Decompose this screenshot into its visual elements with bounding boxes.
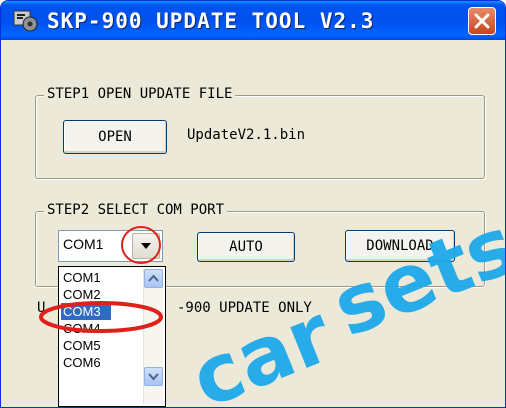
com-port-dropdown-list[interactable]: COM1 COM2 COM3 COM4 COM5 COM6 <box>58 266 166 407</box>
chevron-up-icon <box>148 274 159 282</box>
auto-button[interactable]: AUTO <box>197 232 295 262</box>
title-bar[interactable]: SKP-900 UPDATE TOOL V2.3 <box>1 1 505 40</box>
download-button[interactable]: DOWNLOAD <box>345 230 455 262</box>
note-text-right: -900 UPDATE ONLY <box>177 300 312 316</box>
com3-highlight-ellipse <box>39 301 163 333</box>
window-title: SKP-900 UPDATE TOOL V2.3 <box>47 9 375 33</box>
step1-label: STEP1 OPEN UPDATE FILE <box>44 86 236 102</box>
gear-app-icon <box>13 9 39 33</box>
scroll-down-button[interactable] <box>144 367 163 386</box>
open-button[interactable]: OPEN <box>63 120 167 154</box>
dropdown-highlight-circle <box>121 226 161 264</box>
list-item-com1[interactable]: COM1 <box>61 269 111 286</box>
file-name-text: UpdateV2.1.bin <box>187 127 306 143</box>
list-item-com5[interactable]: COM5 <box>61 337 111 354</box>
list-scrollbar[interactable] <box>143 269 163 404</box>
update-tool-window: SKP-900 UPDATE TOOL V2.3 STEP1 OPEN UPDA… <box>0 0 506 408</box>
chevron-down-icon <box>148 373 159 381</box>
close-button[interactable] <box>468 7 496 35</box>
dialog-body: STEP1 OPEN UPDATE FILE OPEN UpdateV2.1.b… <box>1 40 505 407</box>
step2-label: STEP2 SELECT COM PORT <box>44 202 228 218</box>
com-port-value: COM1 <box>63 236 104 252</box>
close-icon <box>474 13 490 29</box>
list-item-com6[interactable]: COM6 <box>61 354 111 371</box>
scroll-up-button[interactable] <box>144 269 163 288</box>
